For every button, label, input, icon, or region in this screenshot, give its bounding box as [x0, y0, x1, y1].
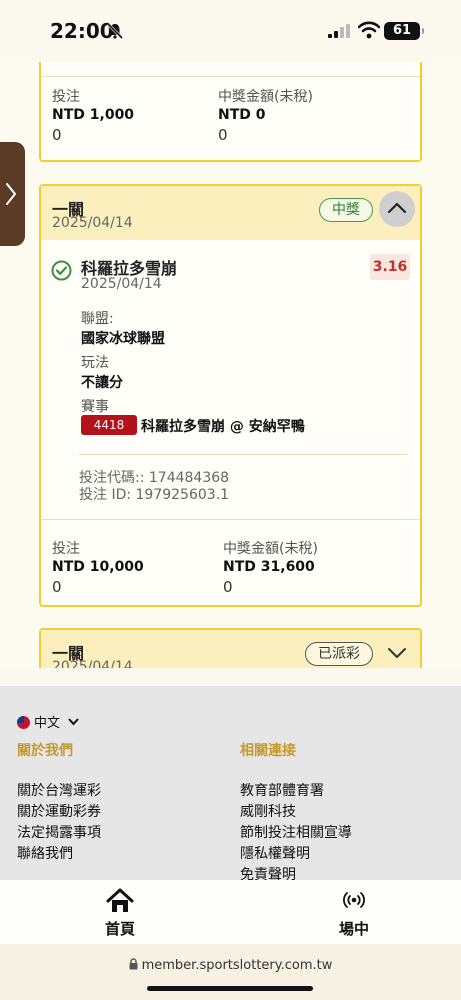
event-name: 科羅拉多雪崩 @ 安納罕鴨	[141, 419, 305, 435]
payout-amount: NTD 31,600	[223, 559, 315, 575]
url-display[interactable]: member.sportslottery.com.tw	[0, 958, 461, 973]
language-selector[interactable]: 中文	[17, 712, 79, 731]
bet-date: 2025/04/14	[52, 659, 133, 668]
side-drawer-handle[interactable]	[0, 142, 25, 246]
collapse-button[interactable]	[379, 191, 415, 227]
card-header[interactable]: 一關 2025/04/14 中獎	[41, 186, 420, 240]
divider	[41, 519, 420, 520]
lock-icon	[129, 958, 138, 970]
stake-amount: NTD 10,000	[52, 559, 144, 575]
cellular-signal-icon	[328, 24, 350, 38]
card-header[interactable]: 一關 2025/04/14 已派彩	[41, 630, 420, 668]
check-circle-icon	[51, 260, 72, 281]
status-badge-paid: 已派彩	[305, 642, 373, 666]
payout-amount: NTD 0	[218, 107, 266, 123]
footer-link[interactable]: 節制投注相關宣導	[240, 822, 352, 842]
url-text: member.sportslottery.com.tw	[141, 958, 333, 973]
chevron-up-icon	[387, 202, 407, 214]
home-icon	[106, 888, 134, 912]
league-label: 聯盟:	[81, 311, 114, 327]
taiwan-flag-icon	[17, 716, 30, 729]
tab-home-label: 首頁	[104, 920, 135, 938]
home-indicator	[147, 986, 313, 991]
play-type-value: 不讓分	[81, 375, 123, 391]
bet-card: 投注 NTD 1,000 0 中獎金額(未稅) NTD 0 0	[39, 62, 422, 162]
footer-link[interactable]: 隱私權聲明	[240, 843, 310, 863]
bet-id: 投注 ID: 197925603.1	[79, 487, 230, 503]
site-footer: 中文 關於我們 關於台灣運彩 關於運動彩券 法定揭露事項 聯絡我們 相關連接 教…	[0, 686, 461, 883]
selection-date: 2025/04/14	[81, 276, 162, 292]
battery-indicator: 61	[384, 22, 424, 40]
browser-url-bar[interactable]: member.sportslottery.com.tw	[0, 944, 461, 1000]
bottom-tab-bar: 首頁 場中	[0, 880, 461, 944]
status-badge-win: 中獎	[319, 198, 373, 222]
bet-card-expanded: 一關 2025/04/14 中獎 科羅拉多雪崩 2025/04/14 3.16 …	[39, 184, 422, 607]
related-heading: 相關連接	[240, 743, 296, 759]
payout-count: 0	[218, 126, 228, 144]
tab-live[interactable]: 場中	[294, 880, 414, 944]
status-bar: 22:00 61	[0, 0, 461, 62]
tab-live-label: 場中	[338, 920, 369, 938]
play-type-label: 玩法	[81, 355, 109, 371]
payout-label: 中獎金額(未稅)	[223, 541, 318, 557]
language-label: 中文	[34, 716, 61, 731]
footer-link[interactable]: 威剛科技	[240, 801, 296, 821]
chevron-right-icon	[6, 183, 16, 205]
chevron-down-icon	[68, 718, 79, 726]
footer-link[interactable]: 聯絡我們	[17, 843, 73, 863]
payout-count: 0	[223, 578, 233, 596]
stake-count: 0	[52, 126, 62, 144]
event-label: 賽事	[81, 399, 109, 415]
payout-label: 中獎金額(未稅)	[218, 89, 313, 105]
footer-link[interactable]: 教育部體育署	[240, 780, 324, 800]
stake-label: 投注	[52, 541, 80, 557]
tab-home[interactable]: 首頁	[60, 880, 180, 944]
clock: 22:00	[50, 19, 114, 43]
bet-date: 2025/04/14	[52, 215, 133, 231]
footer-link[interactable]: 關於運動彩券	[17, 801, 101, 821]
event-id-badge: 4418	[81, 415, 137, 435]
bet-list: 投注 NTD 1,000 0 中獎金額(未稅) NTD 0 0 一關 2025/…	[0, 62, 461, 668]
stake-label: 投注	[52, 89, 80, 105]
footer-link[interactable]: 法定揭露事項	[17, 822, 101, 842]
league-value: 國家冰球聯盟	[81, 331, 165, 347]
stake-count: 0	[52, 578, 62, 596]
odds-badge: 3.16	[370, 254, 410, 280]
chevron-down-icon[interactable]	[387, 646, 407, 660]
bell-muted-icon	[106, 22, 124, 40]
footer-link[interactable]: 關於台灣運彩	[17, 780, 101, 800]
divider	[41, 76, 420, 77]
stake-amount: NTD 1,000	[52, 107, 135, 123]
wifi-icon	[358, 21, 380, 39]
about-heading: 關於我們	[17, 743, 73, 759]
broadcast-icon	[343, 892, 365, 908]
bet-card-collapsed[interactable]: 一關 2025/04/14 已派彩	[39, 628, 422, 668]
divider	[79, 454, 408, 455]
